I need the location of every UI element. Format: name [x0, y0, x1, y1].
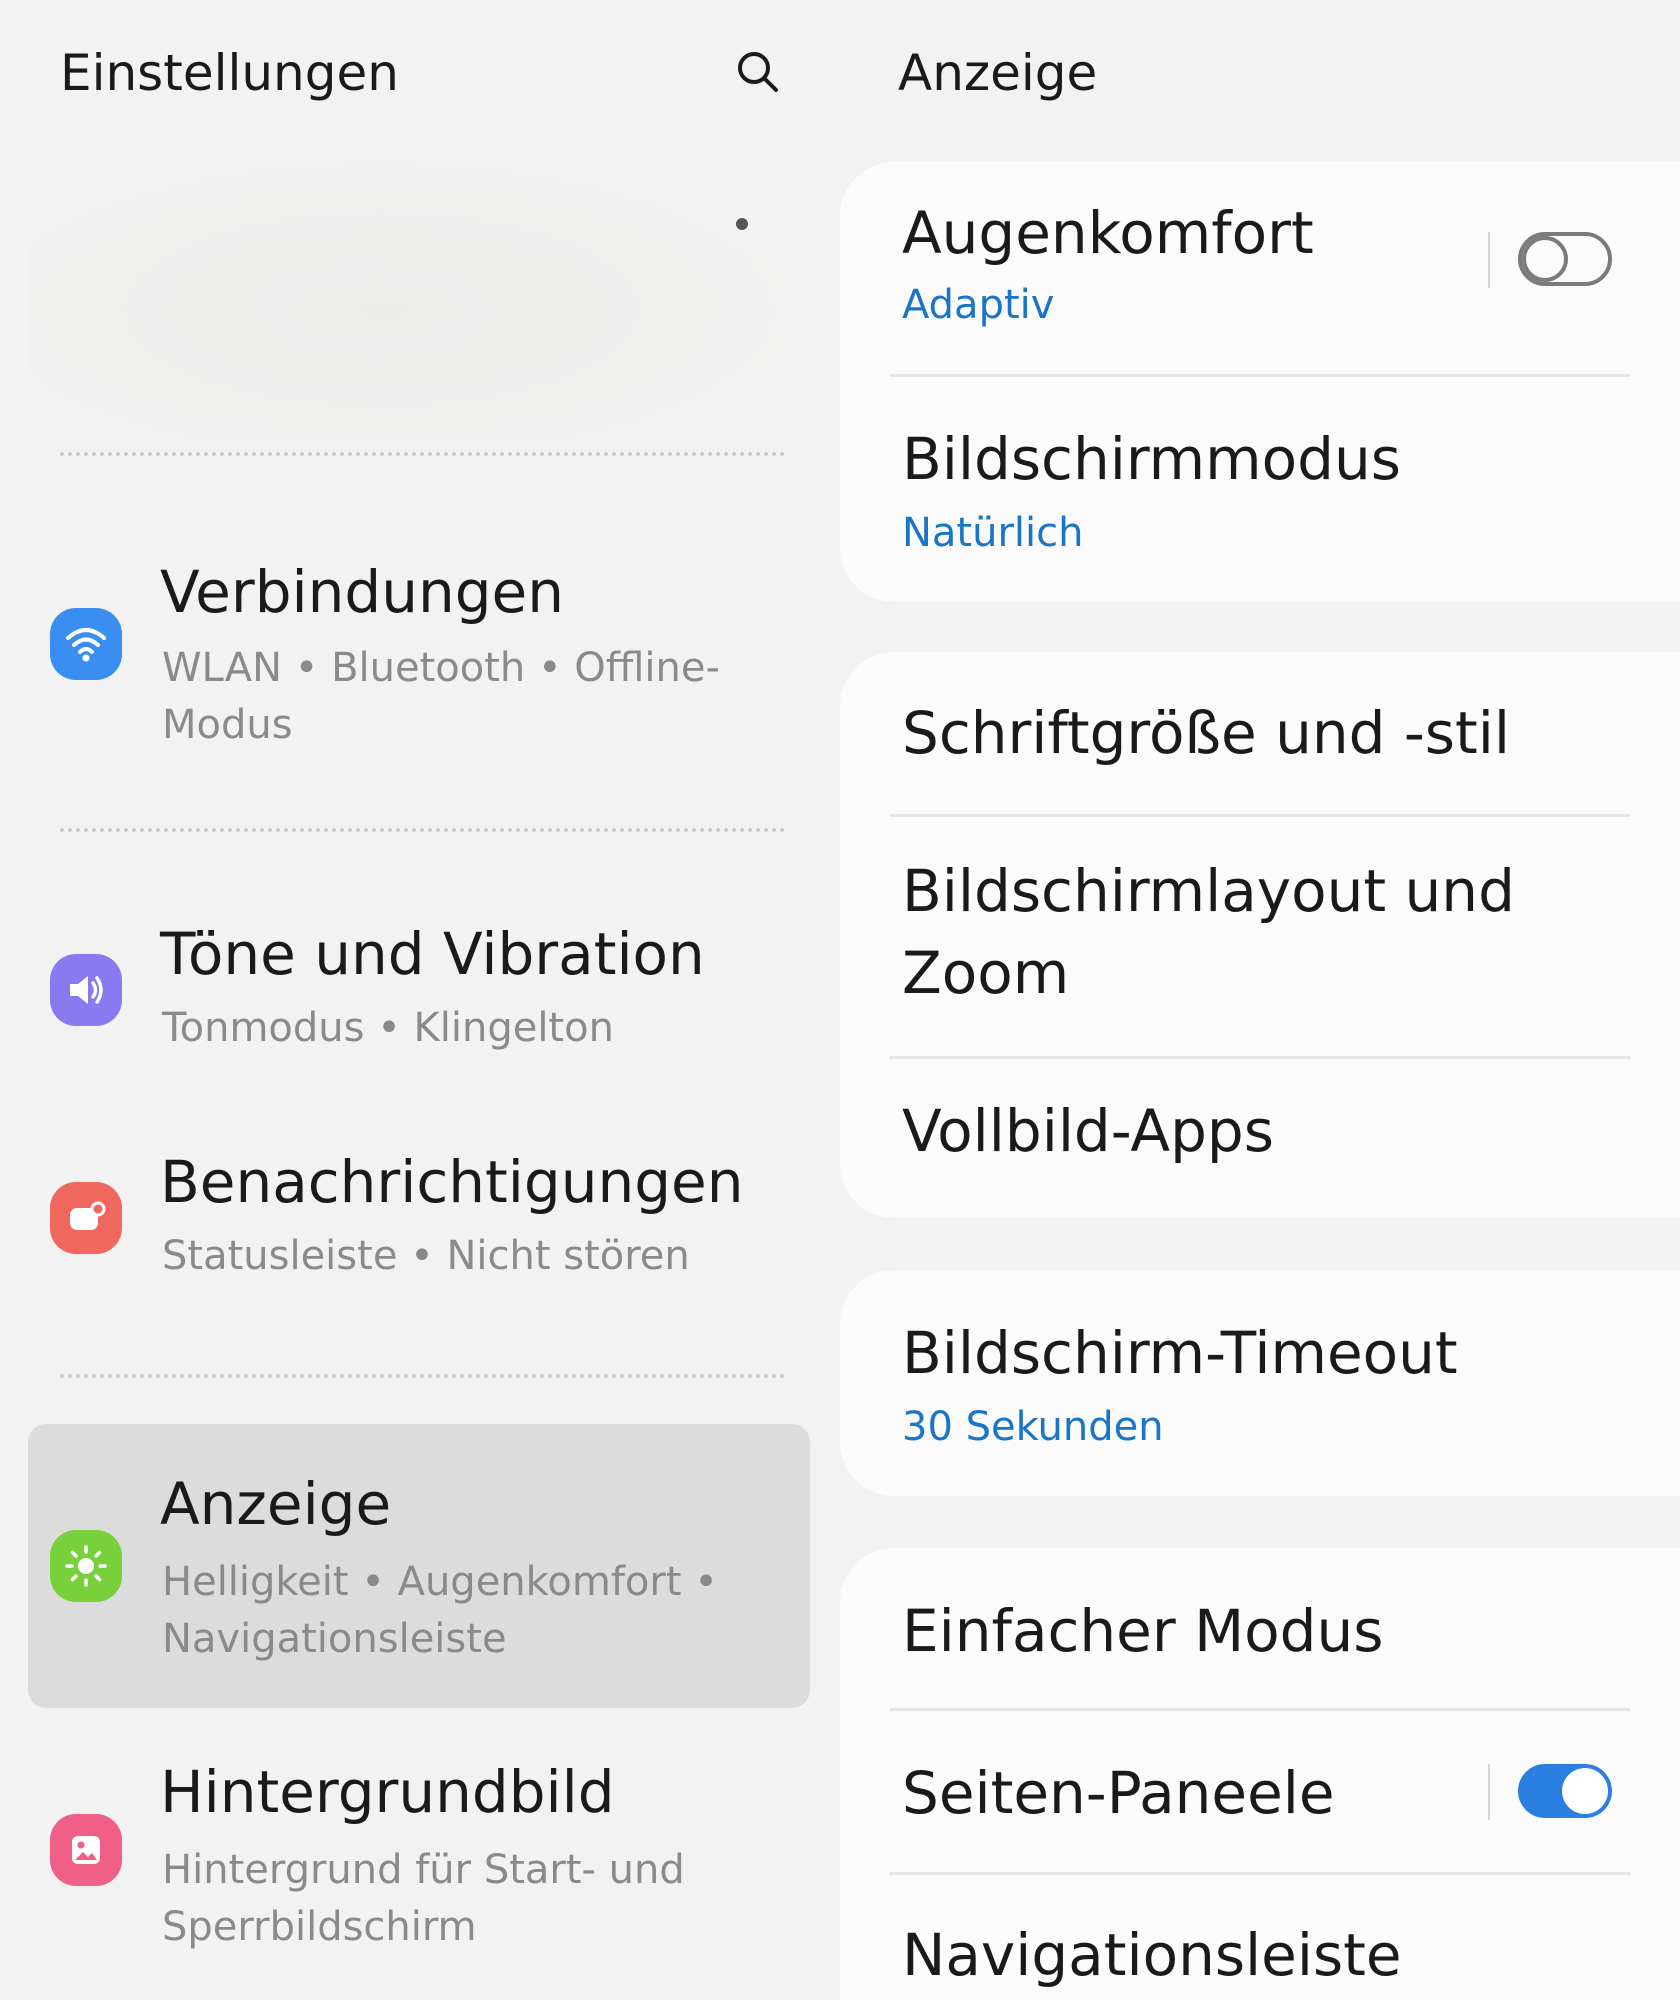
menu-item-verbindungen[interactable]: Verbindungen WLAN • Bluetooth • Offline-…: [28, 540, 810, 760]
row-augenkomfort[interactable]: Augenkomfort Adaptiv: [840, 162, 1680, 376]
menu-item-subtitle: Tonmodus • Klingelton: [162, 1005, 614, 1051]
row-seiten-paneele[interactable]: Seiten-Paneele: [840, 1710, 1680, 1872]
row-bildschirmlayout[interactable]: Bildschirmlayout und Zoom: [840, 816, 1680, 1056]
speaker-icon: [50, 954, 122, 1026]
menu-item-title: Verbindungen: [160, 558, 564, 626]
notification-icon: [50, 1182, 122, 1254]
toggle-knob: [1562, 1768, 1608, 1814]
wallpaper-icon: [50, 1814, 122, 1886]
menu-item-subtitle: Helligkeit • Augenkomfort • Navigationsl…: [162, 1559, 718, 1662]
row-title: Navigationsleiste: [902, 1921, 1402, 1989]
seiten-paneele-toggle[interactable]: [1518, 1764, 1612, 1818]
menu-item-title: Anzeige: [160, 1470, 392, 1538]
row-title: Vollbild-Apps: [902, 1097, 1274, 1165]
row-title: Seiten-Paneele: [902, 1759, 1335, 1827]
menu-item-subtitle: WLAN • Bluetooth • Offline-Modus: [162, 645, 720, 748]
row-title: Einfacher Modus: [902, 1597, 1384, 1665]
account-profile-card[interactable]: [30, 150, 810, 440]
search-button[interactable]: [728, 42, 788, 102]
row-navigationsleiste[interactable]: Navigationsleiste: [840, 1874, 1680, 2000]
section-divider: [60, 452, 785, 456]
toggle-separator: [1488, 1764, 1490, 1820]
row-bildschirmmodus[interactable]: Bildschirmmodus Natürlich: [840, 376, 1680, 602]
menu-item-hintergrundbild[interactable]: Hintergrundbild Hintergrund für Start- u…: [28, 1740, 810, 1980]
row-bildschirm-timeout[interactable]: Bildschirm-Timeout 30 Sekunden: [840, 1270, 1680, 1496]
wifi-icon: [50, 608, 122, 680]
row-title: Bildschirmlayout und Zoom: [902, 857, 1515, 1007]
row-schriftgroesse[interactable]: Schriftgröße und -stil: [840, 652, 1680, 814]
settings-group-eye-comfort: Augenkomfort Adaptiv Bildschirmmodus Nat…: [840, 162, 1680, 602]
settings-group-navigation: Einfacher Modus Seiten-Paneele Navigatio…: [840, 1548, 1680, 2000]
row-vollbild-apps[interactable]: Vollbild-Apps: [840, 1058, 1680, 1218]
menu-item-subtitle: Statusleiste • Nicht stören: [162, 1233, 690, 1279]
row-title: Bildschirmmodus: [902, 425, 1401, 493]
search-icon: [738, 52, 778, 92]
brightness-icon: [50, 1530, 122, 1602]
settings-group-timeout: Bildschirm-Timeout 30 Sekunden: [840, 1270, 1680, 1496]
menu-item-benachrichtigungen[interactable]: Benachrichtigungen Statusleiste • Nicht …: [28, 1140, 810, 1320]
toggle-knob: [1522, 236, 1568, 282]
menu-item-title: Hintergrundbild: [160, 1758, 615, 1826]
section-divider: [60, 1374, 785, 1378]
augenkomfort-toggle[interactable]: [1518, 232, 1612, 286]
menu-item-anzeige[interactable]: Anzeige Helligkeit • Augenkomfort • Navi…: [28, 1424, 810, 1708]
row-subtitle: 30 Sekunden: [902, 1404, 1164, 1450]
row-subtitle: Adaptiv: [902, 282, 1055, 328]
settings-title: Einstellungen: [60, 44, 399, 102]
menu-item-toene-und-vibration[interactable]: Töne und Vibration Tonmodus • Klingelton: [28, 910, 810, 1090]
settings-screen: Einstellungen Verbindungen WLAN • Blueto…: [0, 0, 1680, 2000]
row-title: Schriftgröße und -stil: [902, 699, 1510, 767]
settings-list-pane: Einstellungen Verbindungen WLAN • Blueto…: [0, 0, 830, 2000]
row-subtitle: Natürlich: [902, 510, 1084, 556]
row-title: Augenkomfort: [902, 199, 1314, 267]
menu-item-title: Benachrichtigungen: [160, 1148, 744, 1216]
row-einfacher-modus[interactable]: Einfacher Modus: [840, 1548, 1680, 1708]
menu-item-title: Töne und Vibration: [160, 920, 705, 988]
toggle-separator: [1488, 232, 1490, 288]
profile-indicator-dot: [736, 218, 748, 230]
section-divider: [60, 828, 785, 832]
settings-group-font-layout: Schriftgröße und -stil Bildschirmlayout …: [840, 652, 1680, 1218]
menu-item-subtitle: Hintergrund für Start- und Sperrbildschi…: [162, 1847, 685, 1950]
detail-pane-title: Anzeige: [898, 44, 1098, 102]
row-title: Bildschirm-Timeout: [902, 1319, 1458, 1387]
